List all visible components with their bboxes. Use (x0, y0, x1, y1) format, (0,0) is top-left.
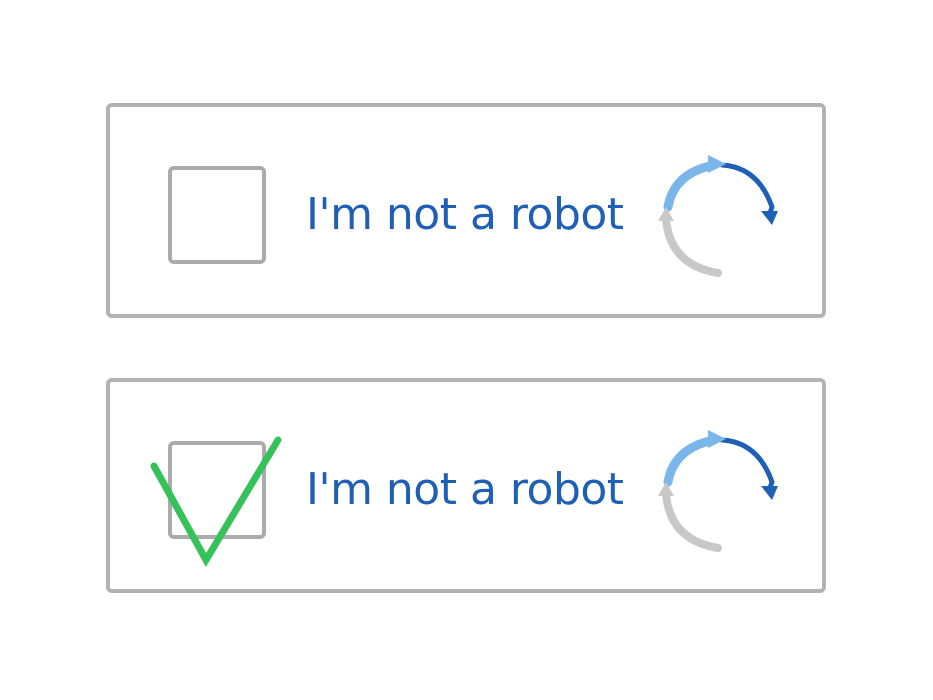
captcha-label: I'm not a robot (306, 189, 624, 240)
recaptcha-refresh-icon (658, 430, 778, 552)
captcha-label: I'm not a robot (306, 464, 624, 515)
captcha-checkbox[interactable] (168, 166, 266, 264)
recaptcha-refresh-icon (658, 155, 778, 277)
captcha-checkbox[interactable] (168, 441, 266, 539)
captcha-widget-unchecked: I'm not a robot (106, 103, 826, 318)
captcha-widget-checked: I'm not a robot (106, 378, 826, 593)
